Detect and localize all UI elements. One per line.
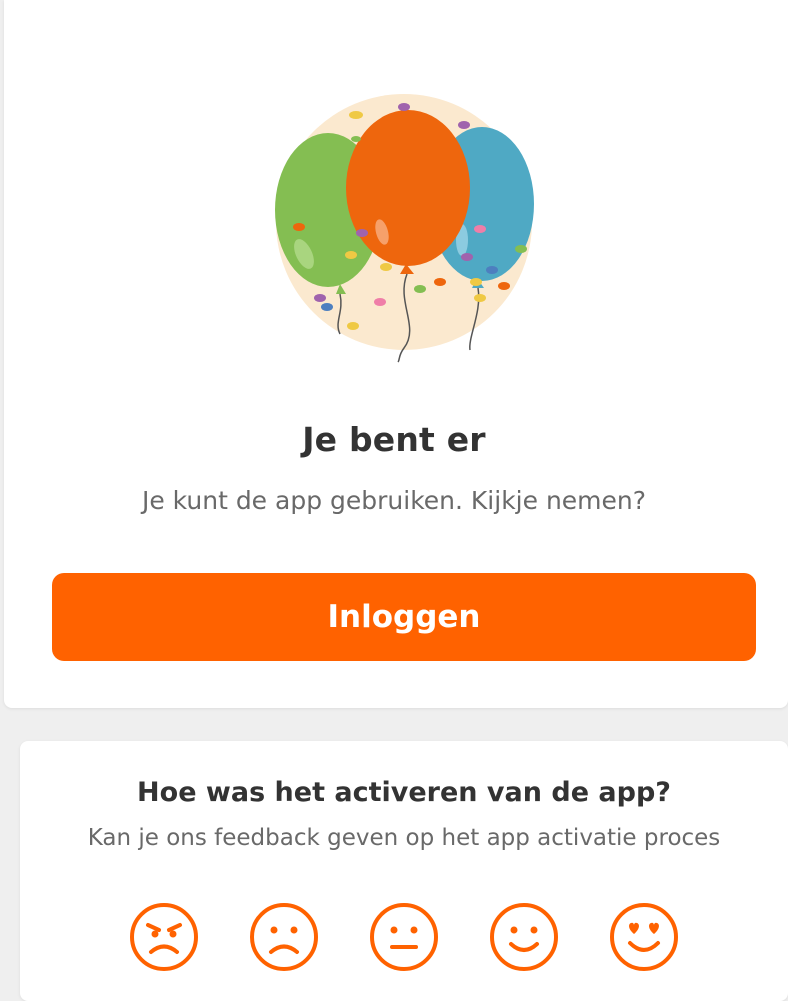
love-face-icon[interactable] [608,901,680,973]
success-title: Je bent er [302,420,486,459]
balloons-illustration [275,94,534,363]
feedback-title: Hoe was het activeren van de app? [137,777,671,808]
feedback-card: Hoe was het activeren van de app? Kan je… [20,741,788,1001]
success-subtitle: Je kunt de app gebruiken. Kijkje nemen? [141,486,647,515]
neutral-face-icon[interactable] [368,901,440,973]
happy-face-icon[interactable] [488,901,560,973]
angry-face-icon[interactable] [128,901,200,973]
feedback-subtitle: Kan je ons feedback geven op het app act… [87,825,721,851]
sad-face-icon[interactable] [248,901,320,973]
login-button[interactable]: Inloggen [52,573,756,661]
